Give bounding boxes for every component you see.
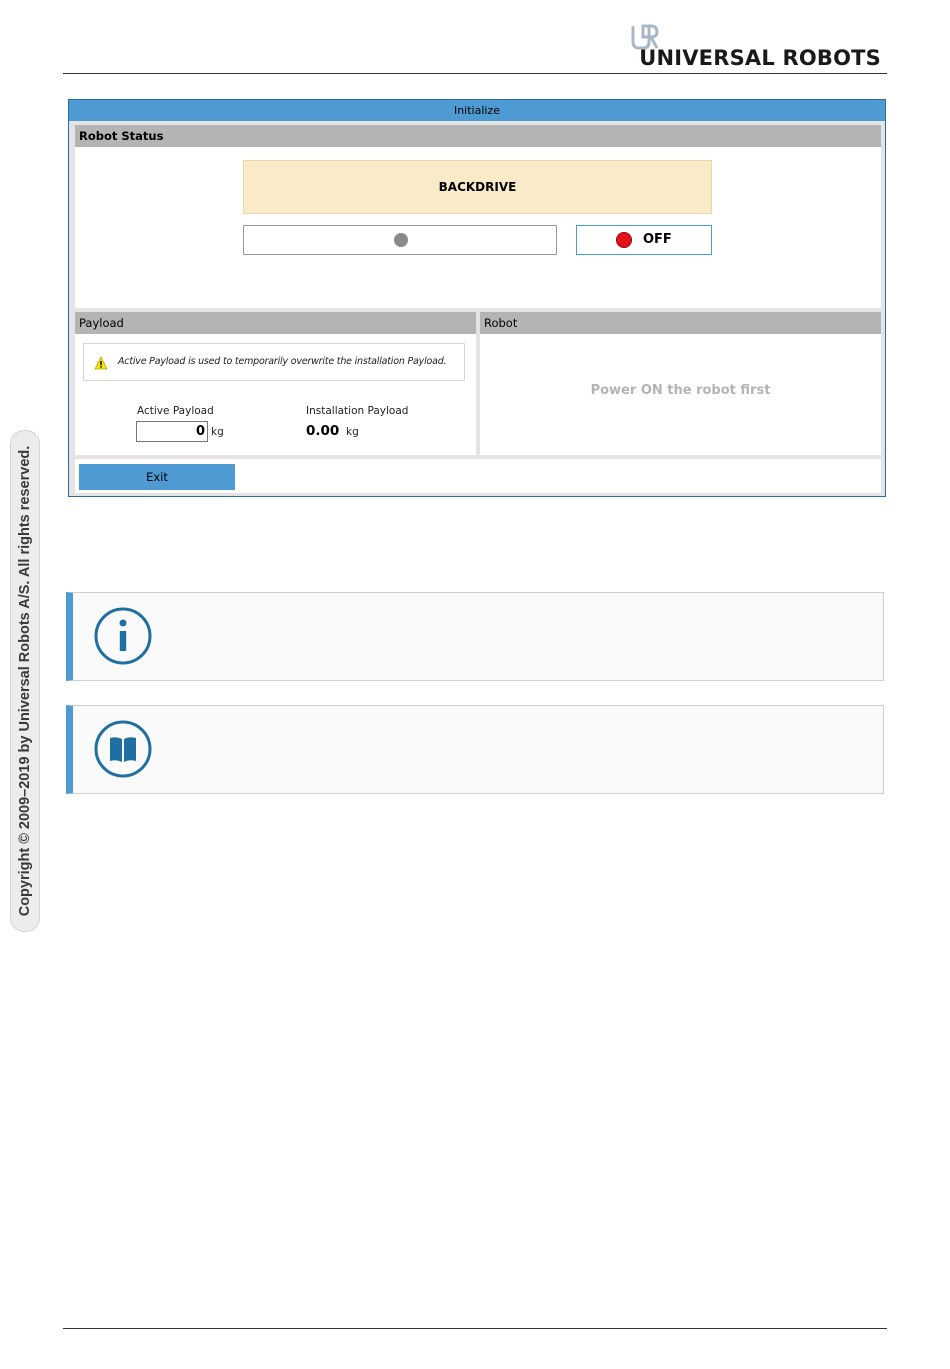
header-rule [63,73,887,74]
payload-warning-text: Active Payload is used to temporarily ov… [118,356,447,367]
robot-panel: Robot Power ON the robot first [480,312,881,455]
dialog-title: Initialize [69,100,885,121]
manual-reference-note [66,705,884,794]
footer-rule [63,1328,887,1329]
payload-panel: Payload Active Payload is used to tempor… [75,312,476,455]
initialize-dialog: Initialize Robot Status BACKDRIVE OFF Pa… [68,99,886,497]
robot-status-header: Robot Status [75,125,881,147]
exit-button[interactable]: Exit [79,464,235,490]
robot-header: Robot [480,312,881,334]
power-off-button[interactable]: OFF [576,225,712,255]
brand-name: UNIVERSAL ROBOTS [639,46,881,70]
active-payload-unit: kg [211,426,224,438]
active-payload-input[interactable]: 0 [136,421,208,442]
copyright-text: Copyright © 2009–2019 by Universal Robot… [17,445,33,917]
installation-payload-label: Installation Payload [306,405,409,417]
info-icon [94,607,152,665]
info-note [66,592,884,681]
universal-robots-logo: UNIVERSAL ROBOTS [631,22,881,70]
active-payload-label: Active Payload [137,405,214,417]
payload-warning: Active Payload is used to temporarily ov… [83,343,465,381]
payload-header: Payload [75,312,476,334]
red-dot-icon [616,232,632,248]
installation-payload-value: 0.00 [306,423,340,439]
installation-payload-unit: kg [346,426,359,438]
copyright-strip: Copyright © 2009–2019 by Universal Robot… [10,430,40,932]
robot-power-message: Power ON the robot first [590,383,771,398]
warning-icon [94,356,108,370]
power-button-label: OFF [643,232,672,247]
status-indicator-button[interactable] [243,225,557,255]
robot-status-panel: Robot Status BACKDRIVE OFF [75,125,881,308]
book-icon [94,720,152,778]
gray-dot-icon [394,233,408,247]
robot-state-banner: BACKDRIVE [243,160,712,214]
